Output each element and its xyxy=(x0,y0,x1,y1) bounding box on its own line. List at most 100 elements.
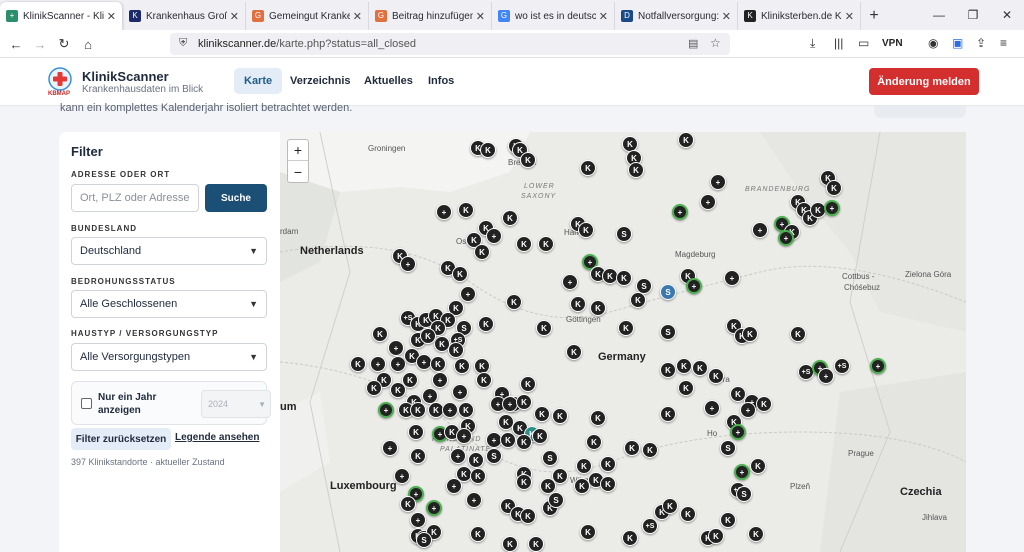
year-select[interactable]: 2024 ▼ xyxy=(201,390,271,418)
hospital-marker[interactable]: K xyxy=(458,202,474,218)
report-change-button[interactable]: Änderung melden xyxy=(869,68,979,95)
hospital-marker[interactable]: K xyxy=(528,536,544,552)
hospital-marker[interactable]: + xyxy=(704,400,720,416)
threat-select[interactable]: Alle Geschlossenen ▼ xyxy=(71,290,267,318)
hospital-marker[interactable]: + xyxy=(778,230,794,246)
hospital-marker[interactable]: + xyxy=(700,194,716,210)
hospital-marker[interactable]: K xyxy=(692,360,708,376)
hospital-marker[interactable]: K xyxy=(520,508,536,524)
hospital-marker[interactable]: K xyxy=(720,512,736,528)
hospital-marker[interactable]: +S xyxy=(834,358,850,374)
hospital-marker[interactable]: +S xyxy=(642,518,658,534)
hospital-marker[interactable]: K xyxy=(448,342,464,358)
nav-infos[interactable]: Infos xyxy=(418,68,464,94)
nav-verzeichnis[interactable]: Verzeichnis xyxy=(280,68,361,94)
hospital-marker[interactable]: S xyxy=(548,492,564,508)
hospital-marker[interactable]: K xyxy=(400,496,416,512)
sidebar-icon[interactable]: ▭ xyxy=(858,36,869,50)
hospital-marker[interactable]: K xyxy=(538,236,554,252)
hospital-marker[interactable]: + xyxy=(818,368,834,384)
brand-name[interactable]: KlinikScanner xyxy=(82,69,169,84)
hospital-marker[interactable]: + xyxy=(452,384,468,400)
hospital-marker[interactable]: + xyxy=(734,464,750,480)
hospital-marker[interactable]: + xyxy=(370,356,386,372)
hospital-marker[interactable]: K xyxy=(618,320,634,336)
hospital-marker[interactable]: + xyxy=(456,428,472,444)
hospital-marker[interactable]: K xyxy=(520,376,536,392)
hospital-marker[interactable]: K xyxy=(516,434,532,450)
hospital-marker[interactable]: K xyxy=(590,300,606,316)
hospital-marker[interactable]: K xyxy=(502,536,518,552)
hospital-marker[interactable]: S xyxy=(486,448,502,464)
download-icon[interactable]: ⤓ xyxy=(810,36,815,51)
reader-view-icon[interactable]: ▤ xyxy=(688,37,698,50)
nav-aktuelles[interactable]: Aktuelles xyxy=(354,68,423,94)
hospital-marker[interactable]: + xyxy=(686,278,702,294)
hospital-marker[interactable]: K xyxy=(678,132,694,148)
hospital-marker[interactable]: + xyxy=(730,424,746,440)
hospital-marker[interactable]: K xyxy=(748,526,764,542)
hospital-marker[interactable]: + xyxy=(824,200,840,216)
browser-tab-krankenhaus[interactable]: K Krankenhaus Groß-Sand ✕ xyxy=(123,2,246,30)
hospital-marker[interactable]: K xyxy=(478,316,494,332)
state-select[interactable]: Deutschland ▼ xyxy=(71,237,267,265)
hospital-marker[interactable]: + xyxy=(442,402,458,418)
hospital-marker[interactable]: K xyxy=(574,478,590,494)
hospital-marker[interactable]: K xyxy=(642,442,658,458)
hospital-marker[interactable]: + xyxy=(388,340,404,356)
hospital-marker[interactable]: K xyxy=(468,452,484,468)
zoom-in-button[interactable]: + xyxy=(288,140,308,161)
hospital-marker[interactable]: K xyxy=(680,506,696,522)
browser-tab-search[interactable]: G wo ist es in deutschland ✕ xyxy=(492,2,615,30)
hospital-marker[interactable]: + xyxy=(426,500,442,516)
hospital-marker[interactable]: + xyxy=(450,448,466,464)
forward-icon[interactable]: → xyxy=(30,34,50,54)
browser-tab-gemeingut[interactable]: G Gemeingut Krankenhaus ✕ xyxy=(246,2,369,30)
hospital-marker[interactable]: K xyxy=(516,474,532,490)
close-tab-icon[interactable]: ✕ xyxy=(599,10,608,23)
hospital-marker[interactable]: + xyxy=(400,256,416,272)
restore-icon[interactable]: ❐ xyxy=(956,0,990,30)
hospital-marker[interactable]: K xyxy=(430,356,446,372)
vpn-button[interactable]: VPN xyxy=(882,38,903,49)
hospital-marker[interactable]: K xyxy=(532,428,548,444)
hospital-marker[interactable]: + xyxy=(752,222,768,238)
hospital-marker[interactable]: S xyxy=(660,284,676,300)
hospital-marker[interactable]: + xyxy=(710,174,726,190)
bookmark-star-icon[interactable]: ☆ xyxy=(710,36,721,50)
site-info-icon[interactable]: ⛨ xyxy=(179,37,187,50)
reload-icon[interactable]: ↻ xyxy=(54,34,74,54)
home-icon[interactable]: ⌂ xyxy=(78,34,98,54)
hospital-marker[interactable]: K xyxy=(708,528,724,544)
hospital-marker[interactable]: + xyxy=(486,228,502,244)
browser-tab-notfall[interactable]: D Notfallversorgung: Errei ✕ xyxy=(615,2,738,30)
browser-tab-kliniksterben[interactable]: K Kliniksterben.de Kranker ✕ xyxy=(738,2,861,30)
hospital-marker[interactable]: + xyxy=(740,402,756,418)
klinikscanner-logo-icon[interactable] xyxy=(48,67,72,91)
hospital-marker[interactable]: K xyxy=(452,266,468,282)
legend-link[interactable]: Legende ansehen xyxy=(175,432,259,443)
hospital-marker[interactable]: K xyxy=(366,380,382,396)
close-tab-icon[interactable]: ✕ xyxy=(845,10,854,23)
hospital-marker[interactable]: + xyxy=(382,440,398,456)
hospital-marker[interactable]: K xyxy=(410,448,426,464)
close-tab-icon[interactable]: ✕ xyxy=(722,10,731,23)
hospital-marker[interactable]: K xyxy=(454,358,470,374)
close-tab-icon[interactable]: ✕ xyxy=(107,10,116,23)
hospital-marker[interactable]: K xyxy=(660,406,676,422)
browser-tab-beitrag[interactable]: G Beitrag hinzufügen ‹ Ge ✕ xyxy=(369,2,492,30)
hospital-marker[interactable]: K xyxy=(578,222,594,238)
share-icon[interactable]: ⇪ xyxy=(976,36,986,50)
address-input[interactable]: Ort, PLZ oder Adresse xyxy=(71,184,199,212)
nav-karte[interactable]: Karte xyxy=(234,68,283,94)
hospital-marker[interactable]: K xyxy=(570,296,586,312)
hospital-marker[interactable]: K xyxy=(662,498,678,514)
hospital-marker[interactable]: K xyxy=(408,424,424,440)
hospital-marker[interactable]: K xyxy=(580,160,596,176)
extension-icon[interactable]: ▣ xyxy=(952,36,963,50)
hospital-marker[interactable]: K xyxy=(590,410,606,426)
hospital-marker[interactable]: K xyxy=(480,142,496,158)
hospital-marker[interactable]: K xyxy=(420,328,436,344)
hospital-marker[interactable]: + xyxy=(410,512,426,528)
hospital-marker[interactable]: + xyxy=(460,286,476,302)
